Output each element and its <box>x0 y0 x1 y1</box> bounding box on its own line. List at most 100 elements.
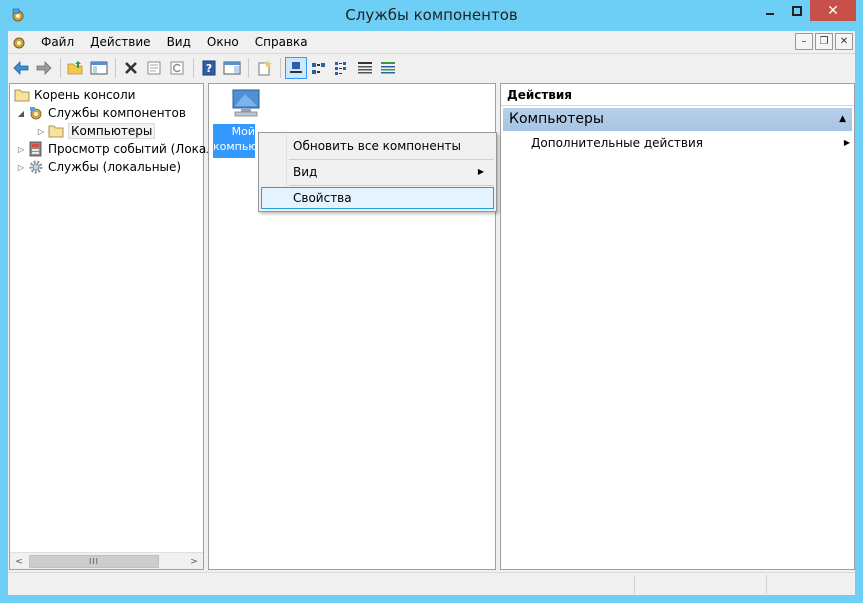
action-label: Дополнительные действия <box>531 136 704 150</box>
new-button[interactable] <box>253 57 275 79</box>
status-segment <box>766 575 855 594</box>
refresh-icon <box>170 61 184 74</box>
mdi-close-button[interactable]: ✕ <box>835 33 853 50</box>
show-tree-button[interactable] <box>88 57 110 79</box>
tree-item-label: Службы компонентов <box>48 106 186 120</box>
tree-item-component-services[interactable]: ◢ Службы компонентов <box>16 104 186 122</box>
folder-icon <box>48 125 64 138</box>
console-tree-pane[interactable]: Корень консоли ◢ Службы компонентов ▷ Ко… <box>9 83 214 570</box>
restore-icon: ❐ <box>819 36 829 47</box>
tree-item-event-viewer[interactable]: ▷ Просмотр событий (Локал <box>16 140 214 158</box>
scroll-right-button[interactable]: > <box>186 554 202 569</box>
maximize-button[interactable] <box>783 0 810 21</box>
tree-item-console-root[interactable]: Корень консоли <box>14 86 135 104</box>
context-menu-properties[interactable]: Свойства <box>261 187 494 209</box>
event-viewer-icon <box>29 141 42 157</box>
window-title: Службы компонентов <box>345 6 518 24</box>
minimize-button[interactable] <box>756 0 783 21</box>
actions-pane-title: Действия <box>501 84 854 106</box>
details-view-icon <box>358 61 372 73</box>
tree-collapsed-arrow-icon[interactable]: ▷ <box>16 163 26 172</box>
mdi-minimize-button[interactable]: – <box>795 33 813 50</box>
list-view-button[interactable] <box>331 57 353 79</box>
toolbar-separator <box>115 57 116 78</box>
up-button[interactable] <box>65 57 87 79</box>
context-menu-view[interactable]: Вид ▶ <box>261 161 494 183</box>
action-pane-icon <box>223 61 241 74</box>
minimize-icon <box>765 12 774 15</box>
large-icons-view-icon <box>290 61 302 73</box>
tree-item-services-local[interactable]: ▷ Службы (локальные) <box>16 158 181 176</box>
close-icon: ✕ <box>827 2 839 19</box>
context-menu-refresh-all[interactable]: Обновить все компоненты <box>261 135 494 157</box>
forward-arrow-icon <box>36 60 52 75</box>
help-button[interactable]: ? <box>198 57 220 79</box>
scroll-thumb[interactable]: III <box>29 555 159 568</box>
help-icon: ? <box>202 60 216 75</box>
context-menu: Обновить все компоненты Вид ▶ Свойства <box>258 132 497 212</box>
action-more-actions[interactable]: Дополнительные действия ▶ <box>531 134 850 152</box>
refresh-button[interactable] <box>166 57 188 79</box>
mdi-restore-button[interactable]: ❐ <box>815 33 833 50</box>
toolbar-separator <box>193 57 194 78</box>
details-view-button[interactable] <box>354 57 376 79</box>
tree-horizontal-scrollbar[interactable]: < III > <box>10 552 203 569</box>
title-bar[interactable]: Службы компонентов ✕ <box>0 0 863 31</box>
com-view-icon <box>381 61 395 73</box>
window: Службы компонентов ✕ Файл Действие Вид О… <box>0 0 863 603</box>
com-view-button[interactable] <box>377 57 399 79</box>
menu-help[interactable]: Справка <box>247 31 316 53</box>
menu-action[interactable]: Действие <box>82 31 158 53</box>
tree-collapsed-arrow-icon[interactable]: ▷ <box>16 145 26 154</box>
context-menu-label: Вид <box>293 165 318 179</box>
my-computer-icon <box>232 89 260 117</box>
gear-icon <box>29 160 43 174</box>
tree-collapsed-arrow-icon[interactable]: ▷ <box>36 127 46 136</box>
toolbar-separator <box>248 57 249 78</box>
actions-section-computers[interactable]: Компьютеры ▲ <box>503 108 852 131</box>
svg-text:?: ? <box>206 62 212 75</box>
properties-icon <box>147 61 161 74</box>
scroll-left-button[interactable]: < <box>11 554 27 569</box>
small-icons-view-icon <box>312 62 325 74</box>
collapse-arrow-icon[interactable]: ▲ <box>839 108 846 131</box>
tree-item-computers[interactable]: ▷ Компьютеры <box>36 122 156 140</box>
back-button[interactable] <box>10 57 32 79</box>
minimize-icon: – <box>801 36 807 47</box>
status-bar <box>8 572 855 595</box>
submenu-arrow-icon: ▶ <box>843 138 850 147</box>
tree-item-label: Компьютеры <box>68 123 156 139</box>
tree-item-label: Просмотр событий (Локал <box>48 142 214 156</box>
back-arrow-icon <box>13 60 29 75</box>
forward-button[interactable] <box>33 57 55 79</box>
up-folder-icon <box>67 60 83 74</box>
action-pane-button[interactable] <box>221 57 243 79</box>
console-menu-icon[interactable] <box>11 34 27 50</box>
menu-bar: Файл Действие Вид Окно Справка – ❐ ✕ <box>8 31 855 53</box>
delete-button[interactable] <box>120 57 142 79</box>
menu-file[interactable]: Файл <box>33 31 82 53</box>
context-menu-label: Свойства <box>293 191 352 205</box>
show-tree-icon <box>90 61 108 74</box>
small-icons-view-button[interactable] <box>308 57 330 79</box>
menu-view[interactable]: Вид <box>159 31 199 53</box>
list-view-icon <box>335 61 346 75</box>
close-button[interactable]: ✕ <box>810 0 856 21</box>
component-services-icon <box>30 107 42 120</box>
submenu-arrow-icon: ▶ <box>477 167 484 176</box>
context-menu-label: Обновить все компоненты <box>293 139 462 153</box>
toolbar-separator <box>280 57 281 78</box>
tree-item-label: Корень консоли <box>34 88 136 102</box>
client-area: Файл Действие Вид Окно Справка – ❐ ✕ ? К… <box>8 31 855 595</box>
properties-button[interactable] <box>143 57 165 79</box>
maximize-icon <box>791 5 802 16</box>
context-menu-separator <box>289 159 494 160</box>
toolbar: ? <box>8 53 855 81</box>
menu-window[interactable]: Окно <box>199 31 247 53</box>
large-icons-view-button[interactable] <box>285 56 307 79</box>
new-icon <box>258 59 272 75</box>
context-menu-separator <box>289 185 494 186</box>
status-segment <box>634 575 766 594</box>
toolbar-separator <box>60 57 61 78</box>
tree-expanded-arrow-icon[interactable]: ◢ <box>16 109 26 118</box>
